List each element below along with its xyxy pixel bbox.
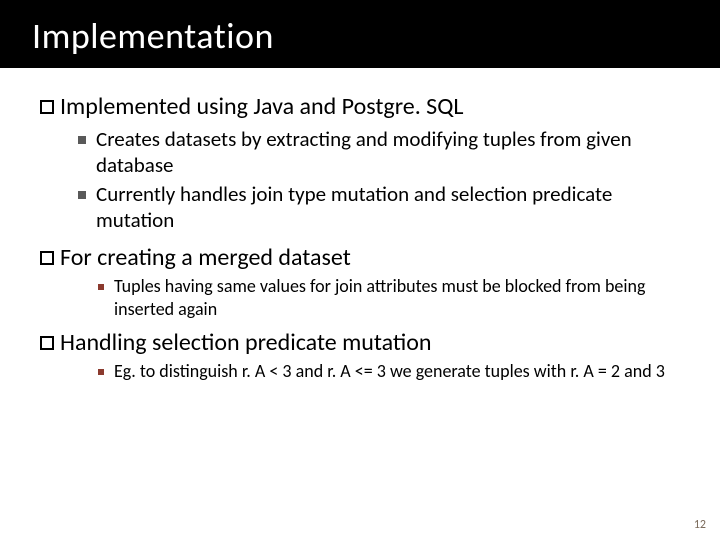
heading-row: Implemented using Java and Postgre. SQL [40, 92, 680, 122]
heading-row: Handling selection predicate mutation [40, 328, 680, 358]
list-item: Creates datasets by extracting and modif… [78, 126, 680, 179]
list-item-text: Tuples having same values for join attri… [114, 275, 680, 320]
list-item-text: Creates datasets by extracting and modif… [96, 126, 680, 179]
heading-text: Handling selection predicate mutation [60, 328, 432, 358]
slide-title: Implementation [32, 14, 720, 58]
square-bullet-icon [78, 136, 86, 144]
page-number: 12 [694, 518, 706, 532]
small-square-bullet-icon [98, 369, 104, 375]
hollow-square-icon [40, 336, 54, 350]
list-item: Currently handles join type mutation and… [78, 181, 680, 234]
heading-text: Implemented using Java and Postgre. SQL [60, 92, 463, 122]
content-area: Implemented using Java and Postgre. SQL … [0, 68, 720, 383]
hollow-square-icon [40, 251, 54, 265]
hollow-square-icon [40, 100, 54, 114]
subsub-list: Eg. to distinguish r. A < 3 and r. A <= … [98, 360, 680, 383]
list-item-text: Eg. to distinguish r. A < 3 and r. A <= … [114, 360, 665, 383]
title-band: Implementation [0, 0, 720, 66]
list-item-text: Currently handles join type mutation and… [96, 181, 680, 234]
heading-row: For creating a merged dataset [40, 243, 680, 273]
list-item: Eg. to distinguish r. A < 3 and r. A <= … [98, 360, 680, 383]
heading-text: For creating a merged dataset [60, 243, 351, 273]
subsub-list: Tuples having same values for join attri… [98, 275, 680, 320]
list-item: Tuples having same values for join attri… [98, 275, 680, 320]
small-square-bullet-icon [98, 284, 104, 290]
sub-list: Creates datasets by extracting and modif… [78, 126, 680, 233]
square-bullet-icon [78, 191, 86, 199]
